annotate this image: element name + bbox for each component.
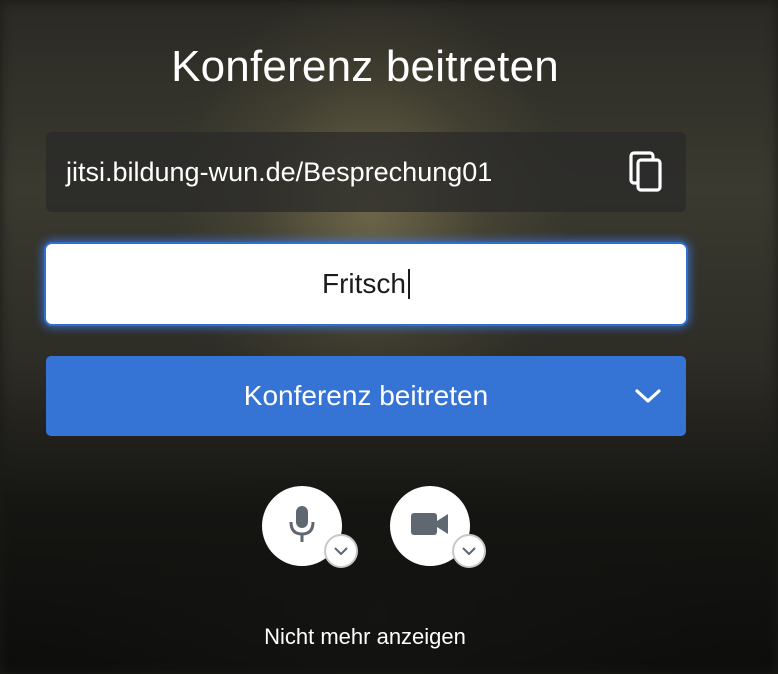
microphone-toggle-button[interactable] — [262, 486, 358, 568]
display-name-value: Fritsch — [322, 268, 406, 299]
camera-icon — [410, 511, 450, 542]
join-meeting-button[interactable]: Konferenz beitreten — [46, 356, 686, 436]
display-name-input[interactable]: Fritsch — [46, 244, 686, 324]
copy-icon[interactable] — [626, 149, 666, 195]
page-title: Konferenz beitreten — [171, 42, 559, 91]
camera-toggle-button[interactable] — [390, 486, 486, 568]
join-meeting-label: Konferenz beitreten — [243, 380, 489, 411]
chevron-down-icon[interactable] — [632, 380, 664, 412]
dont-show-again-link[interactable]: Nicht mehr anzeigen — [0, 624, 730, 650]
meeting-url-box: jitsi.bildung-wun.de/Besprechung01 — [46, 132, 686, 212]
microphone-icon — [287, 504, 317, 549]
text-caret — [408, 269, 410, 299]
microphone-options-button[interactable] — [324, 534, 358, 568]
meeting-url: jitsi.bildung-wun.de/Besprechung01 — [66, 156, 493, 187]
camera-options-button[interactable] — [452, 534, 486, 568]
prejoin-screen: Konferenz beitreten jitsi.bildung-wun.de… — [0, 0, 778, 674]
chevron-down-icon — [462, 547, 476, 555]
chevron-down-icon — [334, 547, 348, 555]
